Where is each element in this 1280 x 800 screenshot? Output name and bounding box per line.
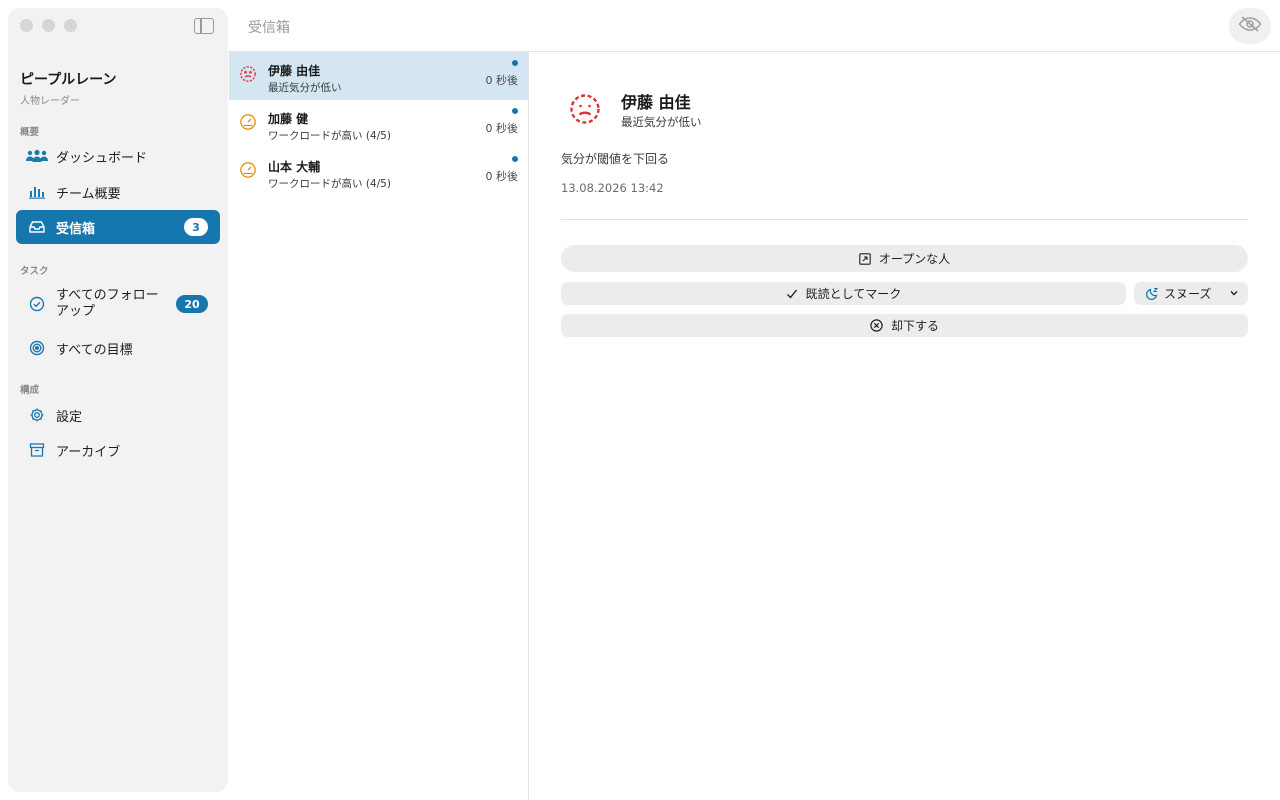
page-title: 受信箱 [248, 20, 290, 36]
inbox-item-time: 0 秒後 [485, 74, 519, 87]
sidebar-item-settings[interactable]: 設定 [16, 398, 220, 432]
hide-toggle-button[interactable] [1229, 8, 1271, 44]
sad-face-icon [570, 94, 600, 124]
unread-dot [512, 108, 518, 114]
sidebar-item-archive[interactable]: アーカイブ [16, 433, 220, 467]
inbox-item-name: 伊藤 由佳 [268, 64, 321, 78]
inbox-list-item[interactable]: 加藤 健 ワークロードが高い (4/5) 0 秒後 [229, 100, 528, 148]
close-circle-icon [870, 319, 883, 332]
unread-dot [512, 156, 518, 162]
unread-dot [512, 60, 518, 66]
detail-person-name: 伊藤 由佳 [621, 93, 691, 112]
minimize-window-button[interactable] [42, 19, 55, 32]
sidebar-item-dashboard[interactable]: ダッシュボード [16, 139, 220, 173]
inbox-list-item[interactable]: 山本 大輔 ワークロードが高い (4/5) 0 秒後 [229, 148, 528, 196]
inbox-item-name: 加藤 健 [268, 112, 309, 126]
followups-count-badge: 20 [176, 295, 208, 313]
inbox-icon [26, 216, 48, 238]
sidebar-item-label: チーム概要 [56, 186, 121, 202]
app-subtitle: 人物レーダー [20, 96, 80, 107]
column-divider [528, 52, 529, 800]
mark-as-read-button[interactable]: 既読としてマーク [561, 282, 1126, 305]
sidebar-item-inbox[interactable]: 受信箱 3 [16, 210, 220, 244]
sidebar-item-label: すべてのフォローアップ [56, 288, 159, 319]
inbox-item-description: 最近気分が低い [268, 82, 342, 94]
inbox-item-name: 山本 大輔 [268, 160, 321, 174]
eye-slash-icon [1238, 16, 1262, 36]
sidebar-item-all-goals[interactable]: すべての目標 [16, 331, 220, 365]
chevron-down-icon [1229, 287, 1239, 301]
sidebar-item-all-followups[interactable]: すべてのフォローアップ 20 [16, 283, 220, 325]
snooze-label: スヌーズ [1164, 287, 1212, 301]
zoom-window-button[interactable] [64, 19, 77, 32]
app-title: ピープルレーン [20, 72, 117, 88]
inbox-count-badge: 3 [184, 218, 208, 236]
checkmark-icon [786, 288, 798, 300]
open-person-label: オープンな人 [878, 252, 951, 266]
sidebar-item-label: アーカイブ [56, 444, 121, 460]
inbox-list-item[interactable]: 伊藤 由佳 最近気分が低い 0 秒後 [229, 52, 528, 100]
gauge-icon [240, 162, 256, 178]
sidebar-item-team-overview[interactable]: チーム概要 [16, 175, 220, 209]
bar-chart-icon [26, 181, 48, 203]
dismiss-label: 却下する [890, 319, 939, 333]
sidebar-item-label: 設定 [56, 409, 83, 425]
check-circle-icon [26, 293, 48, 315]
open-person-button[interactable]: オープンな人 [561, 245, 1248, 272]
window-controls [20, 19, 77, 32]
sidebar-item-label: すべての目標 [56, 342, 133, 358]
section-label-tasks: タスク [20, 266, 49, 277]
inbox-item-description: ワークロードが高い (4/5) [268, 130, 391, 142]
target-icon [26, 337, 48, 359]
detail-timestamp: 13.08.2026 13:42 [561, 181, 664, 195]
sidebar-toggle-icon[interactable] [194, 18, 214, 34]
detail-divider [561, 219, 1248, 220]
archive-icon [26, 439, 48, 461]
section-label-config: 構成 [20, 385, 40, 396]
inbox-item-time: 0 秒後 [485, 170, 519, 183]
people-icon [26, 145, 48, 167]
snooze-moon-icon [1146, 287, 1159, 300]
inbox-item-time: 0 秒後 [485, 122, 519, 135]
external-link-icon [859, 252, 871, 265]
sad-face-icon [240, 66, 256, 82]
mark-as-read-label: 既読としてマーク [805, 287, 902, 301]
sidebar: ピープルレーン 人物レーダー 概要 ダッシュボード チーム概要 受信箱 3 タス… [8, 8, 228, 792]
sidebar-item-label: 受信箱 [56, 221, 96, 237]
snooze-dropdown[interactable]: スヌーズ [1134, 282, 1248, 305]
sidebar-item-label: ダッシュボード [56, 150, 148, 166]
close-window-button[interactable] [20, 19, 33, 32]
gear-icon [26, 404, 48, 426]
detail-message: 気分が閾値を下回る [561, 152, 670, 166]
section-label-overview: 概要 [20, 127, 40, 138]
inbox-item-description: ワークロードが高い (4/5) [268, 178, 391, 190]
dismiss-button[interactable]: 却下する [561, 314, 1248, 337]
gauge-icon [240, 114, 256, 130]
detail-subtitle: 最近気分が低い [621, 115, 702, 129]
